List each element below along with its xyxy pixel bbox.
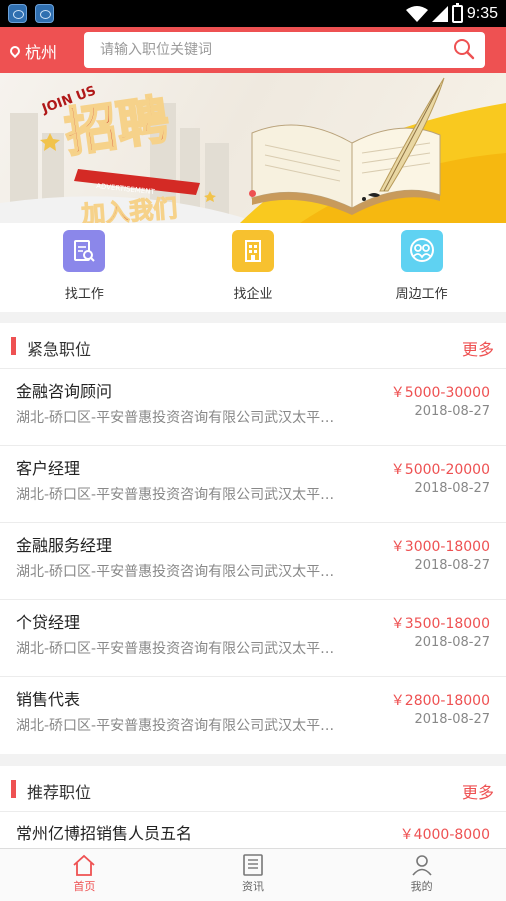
job-salary: ￥2800-18000 (390, 693, 490, 709)
wifi-icon (405, 5, 428, 22)
job-row[interactable]: 金融服务经理 湖北-硚口区-平安普惠投资咨询有限公司武汉太平洋分公司 ￥3000… (0, 523, 506, 600)
tab-label: 首页 (73, 880, 96, 893)
tab-home[interactable]: 首页 (0, 849, 169, 901)
city-selector[interactable]: 杭州 (7, 39, 58, 63)
status-bar: 9:35 (0, 0, 506, 27)
quick-action-label: 找企业 (233, 287, 273, 302)
quick-action-label: 找工作 (64, 287, 104, 302)
section-accent-bar (11, 780, 16, 798)
more-link[interactable]: 更多 (462, 779, 494, 803)
search-icon[interactable] (453, 38, 475, 60)
job-company: 湖北-硚口区-平安普惠投资咨询有限公司武汉太平洋分公司 (16, 641, 348, 657)
tab-label: 资讯 (242, 880, 264, 893)
job-salary: ￥3500-18000 (390, 616, 490, 632)
battery-icon (451, 2, 463, 23)
location-pin-icon (7, 43, 23, 59)
signal-icon (431, 5, 448, 22)
section-accent-bar (11, 337, 16, 355)
job-company: 湖北-硚口区-平安普惠投资咨询有限公司武汉太平洋分公司 (16, 410, 348, 426)
app-notification-icon (8, 4, 27, 23)
job-row[interactable]: 常州亿博招销售人员五名 ￥4000-8000 (0, 812, 506, 848)
top-header: 杭州 (0, 27, 506, 73)
job-title: 金融服务经理 (16, 536, 113, 555)
section-header: 紧急职位 更多 (0, 323, 506, 369)
job-company: 湖北-硚口区-平安普惠投资咨询有限公司武汉太平洋分公司 (16, 564, 348, 580)
job-date: 2018-08-27 (414, 481, 490, 496)
carousel-indicator[interactable] (249, 190, 256, 197)
tab-news[interactable]: 资讯 (169, 849, 338, 901)
news-icon (243, 854, 263, 876)
clock: 9:35 (466, 4, 498, 22)
search-input[interactable] (84, 32, 424, 68)
section-title: 推荐职位 (27, 783, 92, 802)
job-company: 湖北-硚口区-平安普惠投资咨询有限公司武汉太平洋分公司 (16, 718, 348, 734)
more-link[interactable]: 更多 (462, 336, 494, 360)
promo-banner[interactable]: ADVERTISEMENT 招聘 加入我们 JOIN US (0, 73, 506, 223)
quick-actions: 找工作 找企业 周边工作 (0, 223, 506, 312)
urgent-jobs-section: 紧急职位 更多 金融咨询顾问 湖北-硚口区-平安普惠投资咨询有限公司武汉太平洋分… (0, 323, 506, 754)
job-salary: ￥5000-30000 (390, 385, 490, 401)
job-title: 销售代表 (16, 690, 81, 709)
job-row[interactable]: 销售代表 湖北-硚口区-平安普惠投资咨询有限公司武汉太平洋分公司 ￥2800-1… (0, 677, 506, 754)
section-title: 紧急职位 (27, 340, 92, 359)
recommended-jobs-section: 推荐职位 更多 常州亿博招销售人员五名 ￥4000-8000 (0, 766, 506, 848)
city-label: 杭州 (25, 43, 58, 62)
job-title: 客户经理 (16, 459, 81, 478)
job-salary: ￥3000-18000 (390, 539, 490, 555)
quick-action-label: 周边工作 (395, 287, 448, 302)
bottom-tab-bar: 首页 资讯 我的 (0, 848, 506, 901)
building-icon (232, 230, 274, 272)
quick-action-find-company[interactable]: 找企业 (169, 223, 338, 312)
section-header: 推荐职位 更多 (0, 766, 506, 812)
quick-action-nearby-jobs[interactable]: 周边工作 (337, 223, 506, 312)
job-salary: ￥5000-20000 (390, 462, 490, 478)
job-date: 2018-08-27 (414, 635, 490, 650)
app-notification-icon (35, 4, 54, 23)
home-icon (73, 854, 95, 876)
document-search-icon (63, 230, 106, 272)
tab-profile[interactable]: 我的 (337, 849, 506, 901)
job-row[interactable]: 个贷经理 湖北-硚口区-平安普惠投资咨询有限公司武汉太平洋分公司 ￥3500-1… (0, 600, 506, 677)
nearby-people-icon (400, 230, 443, 272)
job-salary: ￥4000-8000 (399, 827, 490, 843)
job-company: 湖北-硚口区-平安普惠投资咨询有限公司武汉太平洋分公司 (16, 487, 348, 503)
job-date: 2018-08-27 (414, 404, 490, 419)
banner-illustration: ADVERTISEMENT 招聘 加入我们 JOIN US (0, 77, 506, 223)
job-title: 常州亿博招销售人员五名 (16, 824, 193, 843)
search-box[interactable] (84, 32, 485, 68)
job-date: 2018-08-27 (414, 712, 490, 727)
job-date: 2018-08-27 (414, 558, 490, 573)
quick-action-find-job[interactable]: 找工作 (0, 223, 169, 312)
job-row[interactable]: 客户经理 湖北-硚口区-平安普惠投资咨询有限公司武汉太平洋分公司 ￥5000-2… (0, 446, 506, 523)
tab-label: 我的 (410, 880, 433, 893)
profile-icon (412, 855, 432, 876)
job-title: 金融咨询顾问 (16, 382, 113, 401)
job-title: 个贷经理 (16, 613, 81, 632)
job-row[interactable]: 金融咨询顾问 湖北-硚口区-平安普惠投资咨询有限公司武汉太平洋分公司 ￥5000… (0, 369, 506, 446)
